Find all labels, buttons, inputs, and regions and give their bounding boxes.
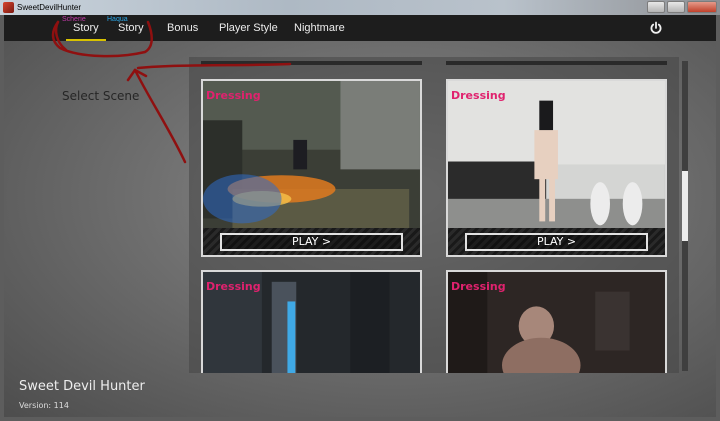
minimize-button[interactable]: [647, 1, 665, 13]
section-label: Select Scene: [62, 89, 140, 103]
scene-scrollbar[interactable]: [682, 61, 688, 371]
app-icon: [3, 2, 14, 13]
window-title: SweetDevilHunter: [17, 3, 82, 12]
play-bar: PLAY >: [448, 228, 665, 255]
game-title: Sweet Devil Hunter: [19, 379, 145, 394]
scene-panel: Dressing PLAY > Dressing PLAY > Dressing…: [189, 57, 679, 373]
scene-card[interactable]: Dressing: [446, 270, 667, 373]
play-bar: PLAY >: [203, 228, 420, 255]
scene-card[interactable]: Dressing PLAY >: [446, 79, 667, 257]
game-frame: Scherie Story Haqua Story Bonus Player S…: [4, 15, 716, 417]
scrollbar-thumb[interactable]: [682, 171, 688, 241]
scene-card[interactable]: Dressing PLAY >: [201, 79, 422, 257]
scene-tag: Dressing: [206, 89, 261, 102]
play-button[interactable]: PLAY >: [465, 233, 648, 251]
play-button[interactable]: PLAY >: [220, 233, 403, 251]
panel-divider: [446, 61, 667, 65]
close-button[interactable]: [687, 1, 717, 13]
active-tab-underline: [66, 39, 106, 41]
power-icon[interactable]: [649, 21, 663, 35]
tab-story-scherie[interactable]: Story: [73, 15, 99, 41]
tab-player-style[interactable]: Player Style: [219, 15, 278, 41]
top-nav: Scherie Story Haqua Story Bonus Player S…: [4, 15, 716, 41]
maximize-button[interactable]: [667, 1, 685, 13]
scene-card[interactable]: Dressing: [201, 270, 422, 373]
window-titlebar: SweetDevilHunter: [0, 0, 720, 15]
scene-tag: Dressing: [206, 280, 261, 293]
panel-divider: [201, 61, 422, 65]
version-label: Version: 114: [19, 401, 69, 410]
tab-bonus[interactable]: Bonus: [167, 15, 198, 41]
tab-story-haqua[interactable]: Story: [118, 15, 144, 41]
scene-tag: Dressing: [451, 89, 506, 102]
scene-tag: Dressing: [451, 280, 506, 293]
window-controls: [647, 1, 717, 13]
tab-nightmare[interactable]: Nightmare: [294, 15, 345, 41]
